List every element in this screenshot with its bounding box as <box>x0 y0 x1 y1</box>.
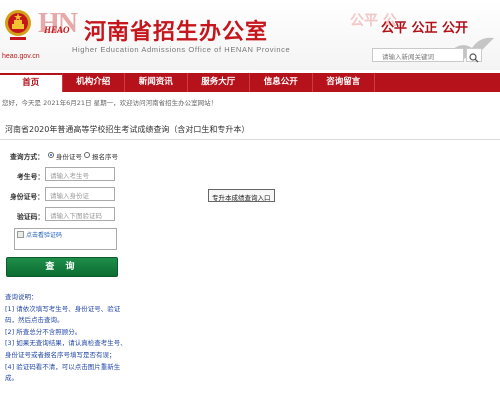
panel-title: 河南省2020年普通高等学校招生考试成绩查询（含对口生和专升本） <box>5 125 250 134</box>
help-line: [1] 请依次填写考生号、身份证号、验证 <box>5 304 121 313</box>
upgrade-query-tooltip[interactable]: 专升本成绩查询入口 <box>208 189 275 202</box>
broken-image-icon <box>17 231 24 238</box>
site-title[interactable]: 河南省招生办公室 <box>84 14 268 46</box>
query-method-label: 查询方式： <box>10 153 44 161</box>
nav-item-home[interactable]: 首页 <box>0 73 63 92</box>
main-nav: 首页 机构介绍 新闻资讯 服务大厅 信息公开 咨询留言 <box>0 73 500 92</box>
captcha-image-alt[interactable]: 点击看验证码 <box>26 230 62 239</box>
search-button[interactable] <box>466 48 482 63</box>
help-line: [4] 验证码看不清，可以点击图片重新生 <box>5 362 121 371</box>
site-subtitle: Higher Education Admissions Office of HE… <box>72 45 291 54</box>
site-domain: heao.gov.cn <box>2 53 40 60</box>
help-title: 查询说明： <box>5 293 38 301</box>
help-line: [2] 所查总分不含照顾分。 <box>5 327 82 336</box>
radio-id-number[interactable] <box>48 152 54 158</box>
national-emblem-icon <box>5 10 31 40</box>
captcha-input[interactable]: 请输入下图验证码 <box>45 207 115 221</box>
exam-no-input[interactable]: 请输入考生号 <box>45 167 115 181</box>
nav-item-news[interactable]: 新闻资讯 <box>125 73 188 92</box>
help-line: [3] 如果无查询结果，请认真检查考生号、 <box>5 339 127 348</box>
radio-id-number-label[interactable]: 身份证号 <box>56 151 82 161</box>
radio-reg-number-label[interactable]: 报名序号 <box>92 151 118 161</box>
id-number-input[interactable]: 请输入身份证 <box>45 187 115 201</box>
help-section: 查询说明： [1] 请依次填写考生号、身份证号、验证 码，然后点击查询。 [2]… <box>5 292 135 385</box>
search-icon <box>469 53 479 63</box>
search-input[interactable]: 请输入新闻关键词 <box>372 48 464 62</box>
exam-no-label: 考生号： <box>17 173 45 181</box>
radio-reg-number[interactable] <box>84 152 90 158</box>
site-header: heao.gov.cn HN HEAO 河南省招生办公室 Higher Educ… <box>0 0 500 70</box>
query-button[interactable]: 查 询 <box>6 257 118 277</box>
nav-item-services[interactable]: 服务大厅 <box>188 73 250 92</box>
help-line: 身份证号或者报名序号填写是否有误； <box>5 350 116 359</box>
id-number-label: 身份证号： <box>10 193 44 201</box>
panel-header: 河南省2020年普通高等学校招生考试成绩查询（含对口生和专升本） <box>0 118 500 140</box>
help-line: 成。 <box>5 374 18 383</box>
nav-item-consult[interactable]: 咨询留言 <box>313 73 375 92</box>
nav-item-disclosure[interactable]: 信息公开 <box>250 73 313 92</box>
site-logo-watermark: HN <box>38 8 78 39</box>
captcha-label: 验证码： <box>17 213 45 221</box>
site-logo[interactable]: HEAO <box>44 25 70 35</box>
nav-item-about[interactable]: 机构介绍 <box>63 73 125 92</box>
help-line: 码，然后点击查询。 <box>5 316 64 325</box>
captcha-image[interactable]: 点击看验证码 <box>14 228 117 250</box>
welcome-bar: 您好，今天是 2021年6月21日 星期一，欢迎访问河南省招生办公室网站！ <box>2 99 218 107</box>
